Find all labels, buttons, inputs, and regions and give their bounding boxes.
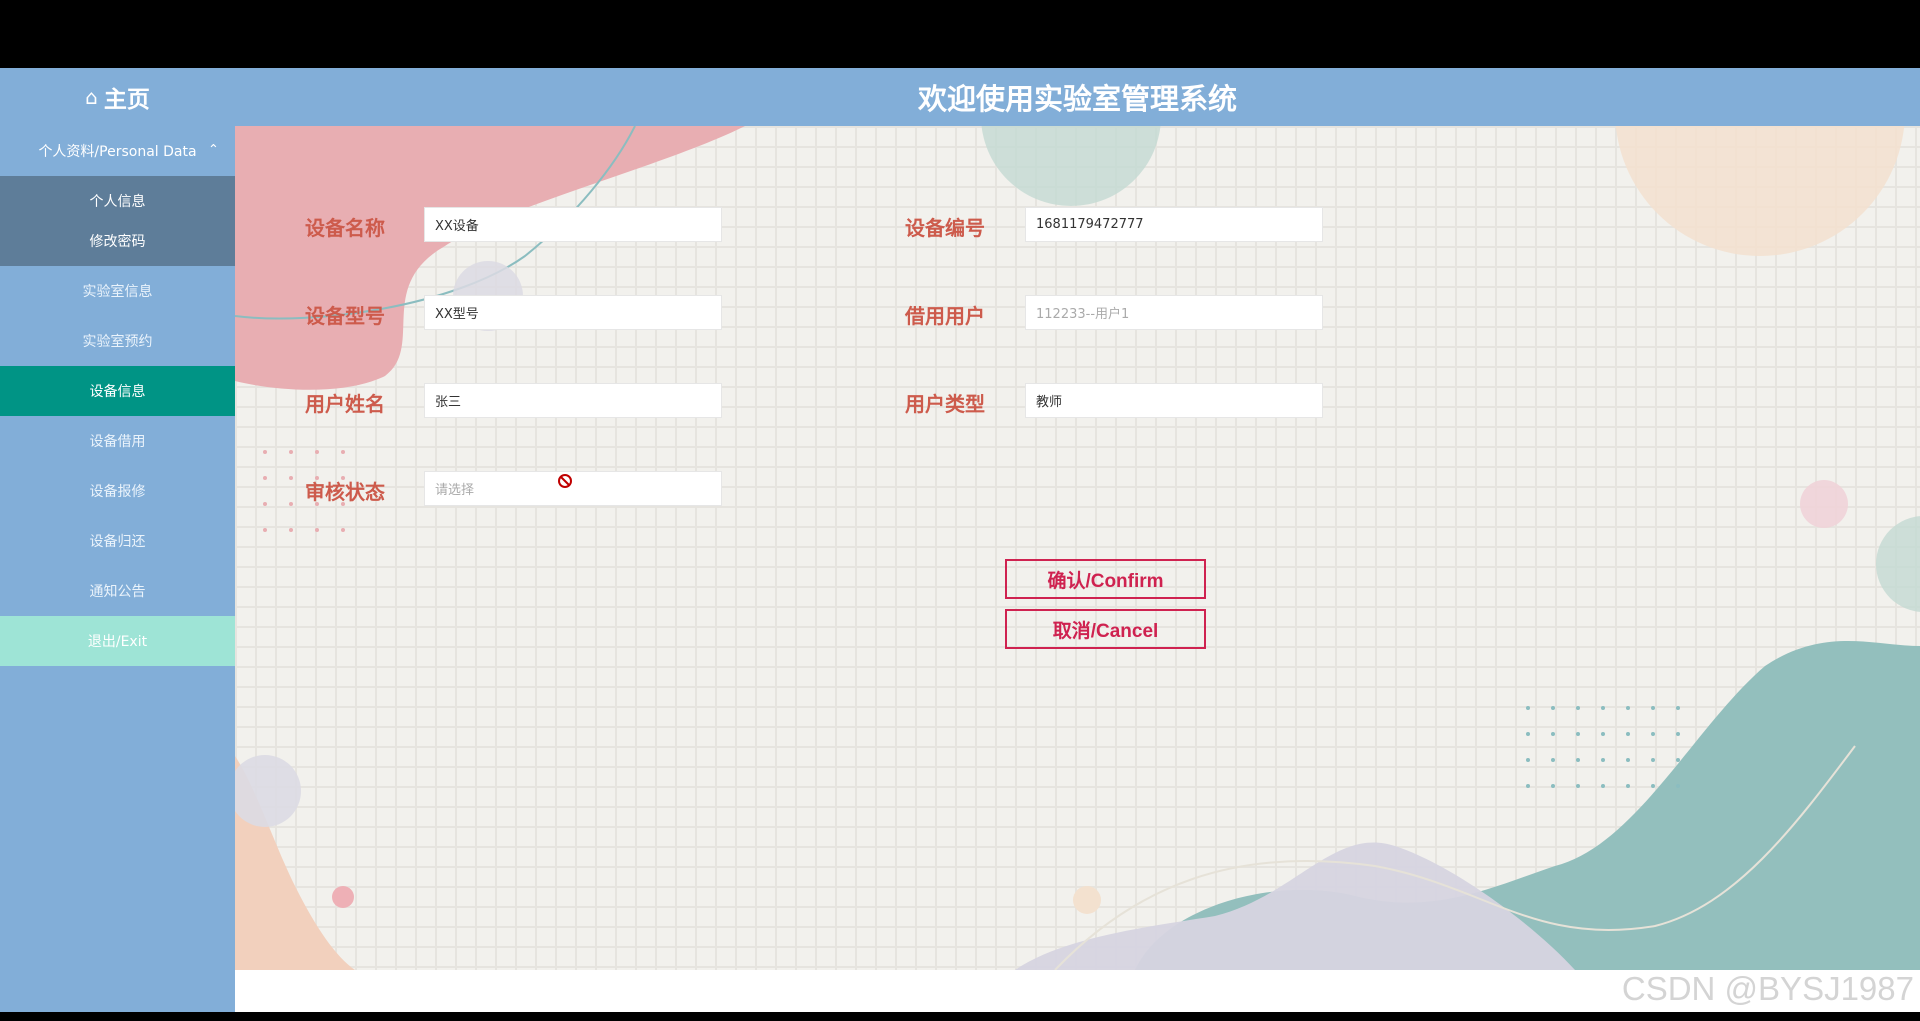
user-type-field[interactable]: 教师 [1025,383,1323,418]
borrow-user-field[interactable]: 112233--用户1 [1025,295,1323,330]
audit-status-select[interactable]: 请选择 [424,471,722,506]
sidebar-item-notice[interactable]: 通知公告 [0,566,235,616]
device-no-label: 设备编号 [905,216,985,240]
sidebar-item-lab-booking[interactable]: 实验室预约 [0,316,235,366]
sidebar-item-device-return[interactable]: 设备归还 [0,516,235,566]
confirm-button[interactable]: 确认/Confirm [1005,559,1206,599]
home-label: 主页 [103,87,150,113]
sidebar-item-device-info[interactable]: 设备信息 [0,366,235,416]
bottom-black-bar [0,1012,1920,1021]
sidebar-item-lab-info[interactable]: 实验室信息 [0,266,235,316]
sidebar-submenu: 个人信息 修改密码 [0,176,235,266]
user-name-label: 用户姓名 [305,392,385,416]
home-icon: ⌂ [85,85,98,109]
cancel-button[interactable]: 取消/Cancel [1005,609,1206,649]
top-black-bar [0,0,1920,68]
device-model-field[interactable]: XX型号 [424,295,722,330]
background-decoration [235,126,1920,970]
sidebar-subitem-personal-info[interactable]: 个人信息 [0,181,235,221]
sidebar-item-exit[interactable]: 退出/Exit [0,616,235,666]
user-type-label: 用户类型 [905,392,985,416]
header-bar: ⌂ 主页 欢迎使用实验室管理系统 [0,68,1920,126]
audit-status-label: 审核状态 [305,480,385,504]
not-allowed-cursor-icon [558,474,572,488]
home-link[interactable]: ⌂ 主页 [0,68,235,126]
main-content: 设备名称 XX设备 设备编号 1681179472777 设备型号 XX型号 借… [235,126,1920,970]
sidebar-group-personal-data[interactable]: 个人资料/Personal Data ⌄ [0,126,235,176]
chevron-up-icon: ⌄ [208,140,219,155]
device-name-field[interactable]: XX设备 [424,207,722,242]
sidebar-item-device-repair[interactable]: 设备报修 [0,466,235,516]
sidebar-group-label: 个人资料/Personal Data [38,144,197,160]
device-name-label: 设备名称 [305,216,385,240]
device-model-label: 设备型号 [305,304,385,328]
sidebar-subitem-change-password[interactable]: 修改密码 [0,221,235,261]
user-name-field[interactable]: 张三 [424,383,722,418]
watermark: CSDN @BYSJ1987 [1621,970,1914,1007]
page-title: 欢迎使用实验室管理系统 [917,82,1237,116]
sidebar: 个人资料/Personal Data ⌄ 个人信息 修改密码 实验室信息 实验室… [0,126,235,1012]
device-no-field[interactable]: 1681179472777 [1025,207,1323,242]
borrow-user-label: 借用用户 [905,304,985,328]
sidebar-item-device-borrow[interactable]: 设备借用 [0,416,235,466]
